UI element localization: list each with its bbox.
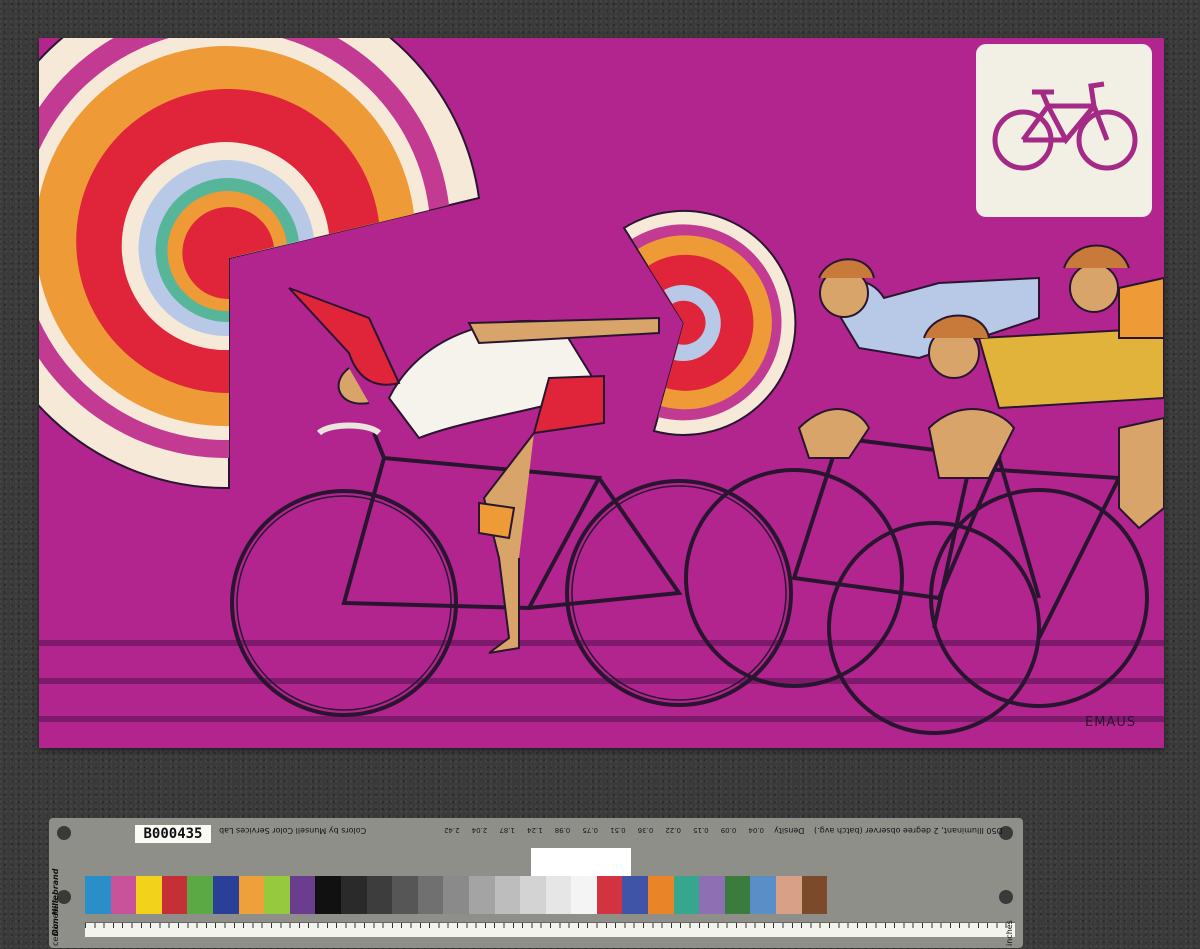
color-patch [417,876,444,914]
color-patch [648,876,674,914]
color-patch [136,876,162,914]
color-patch [264,876,290,914]
color-calibration-target: Don Hillebrand B000435 Colors by Munsell… [49,818,1023,948]
target-id: B000435 [135,825,211,843]
color-patch [110,876,137,914]
color-patch [724,876,751,914]
color-patch [366,876,393,914]
color-patch [238,876,265,914]
color-patch [315,876,341,914]
color-patch [520,876,546,914]
color-patch [673,876,700,914]
color-patch [699,876,725,914]
color-patch [622,876,649,914]
artist-signature: EMAUS [1085,715,1137,730]
illuminant-note: D50 Illuminant, 2 degree observer (batch… [814,826,1003,835]
color-patches [85,876,828,914]
bicycle-icon [992,81,1138,171]
lab-credit: Colors by Munsell Color Services Lab [219,826,367,835]
sport-pictogram [976,44,1152,217]
scale-label: centimeters [51,898,60,946]
color-patch [545,876,572,914]
color-patch [468,876,495,914]
color-patch [494,876,521,914]
postcard: EMAUS [39,38,1164,748]
centimeter-scale [85,922,1015,937]
density-values: 0.04 0.09 0.15 0.22 0.36 0.51 0.75 0.98 … [444,826,764,834]
density-label: Density [774,826,805,835]
color-patch [443,876,469,914]
color-patch [571,876,597,914]
color-patch [776,876,802,914]
color-patch [801,876,828,914]
color-patch [161,876,188,914]
inches-label: inches [1005,920,1014,946]
color-patch [289,876,316,914]
color-patch [596,876,623,914]
color-patch [392,876,418,914]
color-patch [750,876,777,914]
color-patch [340,876,367,914]
color-patch [187,876,213,914]
color-patch [85,876,111,914]
color-patch [212,876,239,914]
